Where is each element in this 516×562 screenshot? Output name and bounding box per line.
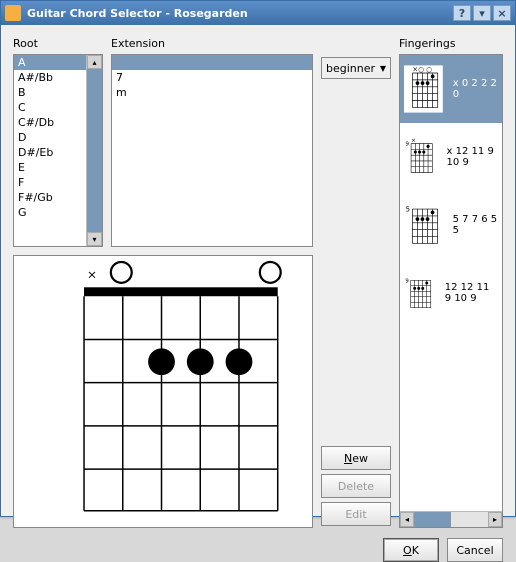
root-item[interactable]: F#/Gb <box>14 190 86 205</box>
fingerings-label: Fingerings <box>399 37 503 50</box>
extension-label: Extension <box>111 37 313 50</box>
extension-item[interactable]: m <box>112 85 312 100</box>
scroll-down-icon[interactable]: ▾ <box>87 232 102 246</box>
minimize-button[interactable]: ▾ <box>473 5 491 21</box>
scroll-up-icon[interactable]: ▴ <box>87 55 102 69</box>
edit-button: Edit <box>321 502 391 526</box>
fingering-label: 12 12 11 9 10 9 <box>445 282 498 304</box>
root-item[interactable]: C <box>14 100 86 115</box>
titlebar[interactable]: Guitar Chord Selector - Rosegarden ? ▾ × <box>1 1 515 25</box>
chevron-down-icon: ▼ <box>380 64 386 73</box>
fingering-item[interactable]: 5 5 7 7 6 5 5 <box>400 191 502 259</box>
svg-text:9: 9 <box>405 142 409 148</box>
cancel-button[interactable]: Cancel <box>447 538 503 562</box>
svg-text:×: × <box>87 267 97 281</box>
dialog-window: Guitar Chord Selector - Rosegarden ? ▾ ×… <box>0 0 516 517</box>
window-title: Guitar Chord Selector - Rosegarden <box>27 7 453 20</box>
root-item[interactable]: D <box>14 130 86 145</box>
app-icon <box>5 5 21 21</box>
extension-item[interactable] <box>112 55 312 70</box>
svg-text:9: 9 <box>405 278 409 284</box>
fingering-label: x 12 11 9 10 9 <box>447 146 498 168</box>
root-item[interactable]: A#/Bb <box>14 70 86 85</box>
root-item[interactable]: E <box>14 160 86 175</box>
fingerings-h-scrollbar[interactable]: ◂ ▸ <box>400 511 502 527</box>
fingering-item[interactable]: 9 12 12 11 9 10 9 <box>400 259 502 327</box>
root-scrollbar[interactable]: ▴ ▾ <box>86 55 102 246</box>
root-item[interactable]: A <box>14 55 86 70</box>
root-listbox[interactable]: AA#/BbBCC#/DbDD#/EbEFF#/GbG ▴ ▾ <box>13 54 103 247</box>
extension-item[interactable]: 7 <box>112 70 312 85</box>
new-button[interactable]: New <box>321 446 391 470</box>
root-item[interactable]: B <box>14 85 86 100</box>
fingering-label: 5 7 7 6 5 5 <box>453 214 498 236</box>
extension-listbox[interactable]: 7m <box>111 54 313 247</box>
root-item[interactable]: G <box>14 205 86 220</box>
level-value: beginner <box>326 62 375 75</box>
scroll-right-icon[interactable]: ▸ <box>488 512 502 527</box>
close-button[interactable]: × <box>493 5 511 21</box>
root-item[interactable]: D#/Eb <box>14 145 86 160</box>
ok-button[interactable]: OK <box>383 538 439 562</box>
level-dropdown[interactable]: beginner ▼ <box>321 57 391 79</box>
root-item[interactable]: C#/Db <box>14 115 86 130</box>
help-button[interactable]: ? <box>453 5 471 21</box>
svg-text:×: × <box>411 138 416 144</box>
delete-button: Delete <box>321 474 391 498</box>
chord-preview: × <box>13 255 313 528</box>
fingerings-listbox[interactable]: ×○ ○ x 0 2 2 2 0 9 × x 12 11 9 10 9 5 5 7 7 6… <box>399 54 503 528</box>
root-item[interactable]: F <box>14 175 86 190</box>
fingering-item[interactable]: 9 × x 12 11 9 10 9 <box>400 123 502 191</box>
svg-text:×○ ○: ×○ ○ <box>412 65 432 73</box>
scroll-left-icon[interactable]: ◂ <box>400 512 414 527</box>
root-label: Root <box>13 37 103 50</box>
fingering-item[interactable]: ×○ ○ x 0 2 2 2 0 <box>400 55 502 123</box>
svg-text:5: 5 <box>406 206 410 214</box>
fingering-label: x 0 2 2 2 0 <box>453 78 498 100</box>
